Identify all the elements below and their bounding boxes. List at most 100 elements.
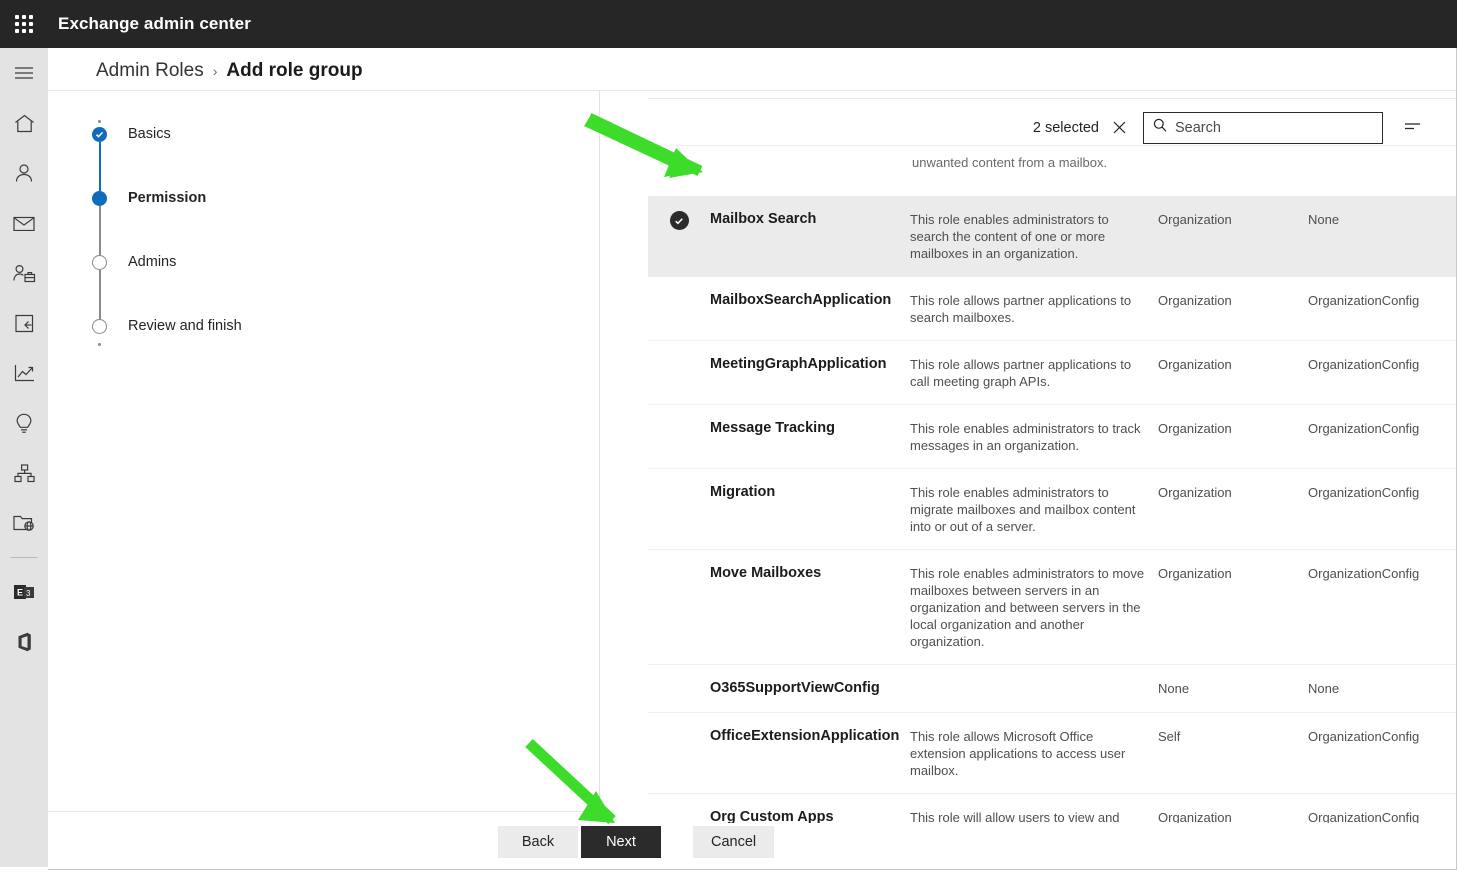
table-row[interactable]: Migration This role enables administrato…: [648, 469, 1456, 550]
chevron-right-icon: ›: [212, 63, 218, 79]
office-icon[interactable]: [0, 617, 48, 667]
page-canvas: Admin Roles › Add role group Basics Perm…: [48, 48, 1457, 870]
back-button[interactable]: Back: [498, 826, 578, 858]
role-config: OrganizationConfig: [1308, 421, 1420, 436]
step-complete-icon: [92, 127, 107, 142]
reports-icon[interactable]: [0, 348, 48, 398]
table-row[interactable]: Mailbox Search This role enables adminis…: [648, 196, 1456, 277]
search-input[interactable]: [1175, 119, 1373, 136]
public-folders-icon[interactable]: [0, 498, 48, 548]
table-row[interactable]: Message Tracking This role enables admin…: [648, 405, 1456, 469]
insights-icon[interactable]: [0, 398, 48, 448]
step-connector: [99, 206, 101, 255]
role-config: None: [1308, 212, 1340, 227]
row-checkbox[interactable]: [648, 727, 710, 779]
table-row[interactable]: Move Mailboxes This role enables adminis…: [648, 550, 1456, 665]
role-scope: Organization: [1158, 212, 1232, 227]
role-description: This role allows partner applications to…: [910, 357, 1132, 389]
roles-icon[interactable]: [0, 248, 48, 298]
role-name: Mailbox Search: [710, 211, 817, 227]
breadcrumb: Admin Roles › Add role group: [96, 52, 363, 90]
role-description: This role allows partner applications to…: [910, 293, 1132, 325]
role-scope: Organization: [1158, 293, 1232, 308]
row-checkbox[interactable]: [648, 483, 710, 535]
sort-filter-icon[interactable]: [1397, 113, 1427, 143]
role-description: This role enables administrators to trac…: [910, 421, 1141, 453]
roles-table-panel: 2 selected Search unwanted content from …: [648, 91, 1456, 823]
role-description: [910, 679, 1158, 698]
step-track-bottom-cap: [98, 343, 101, 346]
row-checkbox[interactable]: [648, 355, 710, 390]
row-checkbox[interactable]: [648, 564, 710, 650]
table-row[interactable]: O365SupportViewConfig None None: [648, 665, 1456, 713]
clipped-row-text: unwanted content from a mailbox.: [912, 155, 1108, 170]
role-config: None: [1308, 681, 1340, 696]
role-description: This role enables administrators to migr…: [910, 485, 1136, 534]
table-row[interactable]: MeetingGraphApplication This role allows…: [648, 341, 1456, 405]
wizard-step-review[interactable]: Review and finish: [92, 319, 242, 339]
rail-divider: [11, 557, 37, 558]
home-icon[interactable]: [0, 98, 48, 148]
role-config: OrganizationConfig: [1308, 485, 1420, 500]
app-root: Exchange admin center E 3 Admin Roles › …: [0, 0, 1457, 891]
role-description: This role enables administrators to sear…: [910, 212, 1109, 261]
suite-bar: Exchange admin center: [0, 0, 1457, 48]
table-row[interactable]: MailboxSearchApplication This role allow…: [648, 277, 1456, 341]
checkmark-icon: [669, 211, 689, 230]
org-hierarchy-icon[interactable]: [0, 448, 48, 498]
row-checkbox[interactable]: [648, 210, 710, 262]
svg-text:3: 3: [26, 588, 31, 597]
role-scope: Organization: [1158, 357, 1232, 372]
role-scope: None: [1158, 681, 1190, 696]
panel-top-divider: [648, 98, 1456, 99]
selected-count-label: 2 selected: [1032, 119, 1099, 136]
command-bar: 2 selected Search: [648, 105, 1456, 150]
row-checkbox[interactable]: [648, 419, 710, 454]
wizard-step-permission[interactable]: Permission: [92, 191, 242, 255]
app-launcher-icon[interactable]: [0, 0, 48, 48]
wizard-footer: Back Next Cancel: [48, 811, 1456, 861]
hamburger-menu-icon[interactable]: [0, 48, 48, 98]
role-scope: Self: [1158, 729, 1181, 744]
role-description: This role enables administrators to move…: [910, 566, 1145, 649]
footer-buttons: Back Next Cancel: [498, 826, 775, 858]
wizard-step-basics[interactable]: Basics: [92, 127, 242, 191]
wizard-steps: Basics Permission Admins Review and fini…: [92, 120, 242, 346]
role-scope: Organization: [1158, 566, 1232, 581]
next-button[interactable]: Next: [581, 826, 661, 858]
search-icon: [1153, 118, 1167, 137]
step-track-top-cap: [98, 120, 101, 123]
row-checkbox[interactable]: [648, 291, 710, 326]
breadcrumb-parent[interactable]: Admin Roles: [96, 60, 204, 82]
step-pending-icon: [92, 319, 107, 334]
page-title: Exchange admin center: [58, 14, 251, 33]
role-name: Migration: [710, 484, 776, 500]
role-scope: Organization: [1158, 485, 1232, 500]
role-name: Move Mailboxes: [710, 565, 822, 581]
user-icon[interactable]: [0, 148, 48, 198]
role-name: O365SupportViewConfig: [710, 680, 880, 696]
role-config: OrganizationConfig: [1308, 357, 1420, 372]
row-checkbox[interactable]: [648, 679, 710, 698]
search-box[interactable]: [1143, 111, 1383, 144]
wizard-step-label: Admins: [128, 254, 177, 270]
left-nav-rail: E 3: [0, 48, 48, 867]
role-name: Message Tracking: [710, 420, 835, 436]
exchange-classic-icon[interactable]: E 3: [0, 567, 48, 617]
wizard-step-label: Permission: [128, 190, 207, 206]
mail-icon[interactable]: [0, 198, 48, 248]
breadcrumb-current: Add role group: [226, 60, 363, 81]
table-row[interactable]: OfficeExtensionApplication This role all…: [648, 713, 1456, 794]
close-icon[interactable]: [1108, 117, 1130, 139]
role-config: OrganizationConfig: [1308, 566, 1420, 581]
wizard-steps-column: Basics Permission Admins Review and fini…: [48, 91, 600, 820]
migration-icon[interactable]: [0, 298, 48, 348]
step-connector: [99, 142, 101, 191]
wizard-step-label: Basics: [128, 126, 171, 142]
cancel-button[interactable]: Cancel: [693, 826, 775, 858]
role-name: MailboxSearchApplication: [710, 292, 892, 308]
role-name: MeetingGraphApplication: [710, 356, 887, 372]
wizard-step-admins[interactable]: Admins: [92, 255, 242, 319]
step-connector: [99, 270, 101, 319]
step-current-icon: [92, 191, 107, 206]
